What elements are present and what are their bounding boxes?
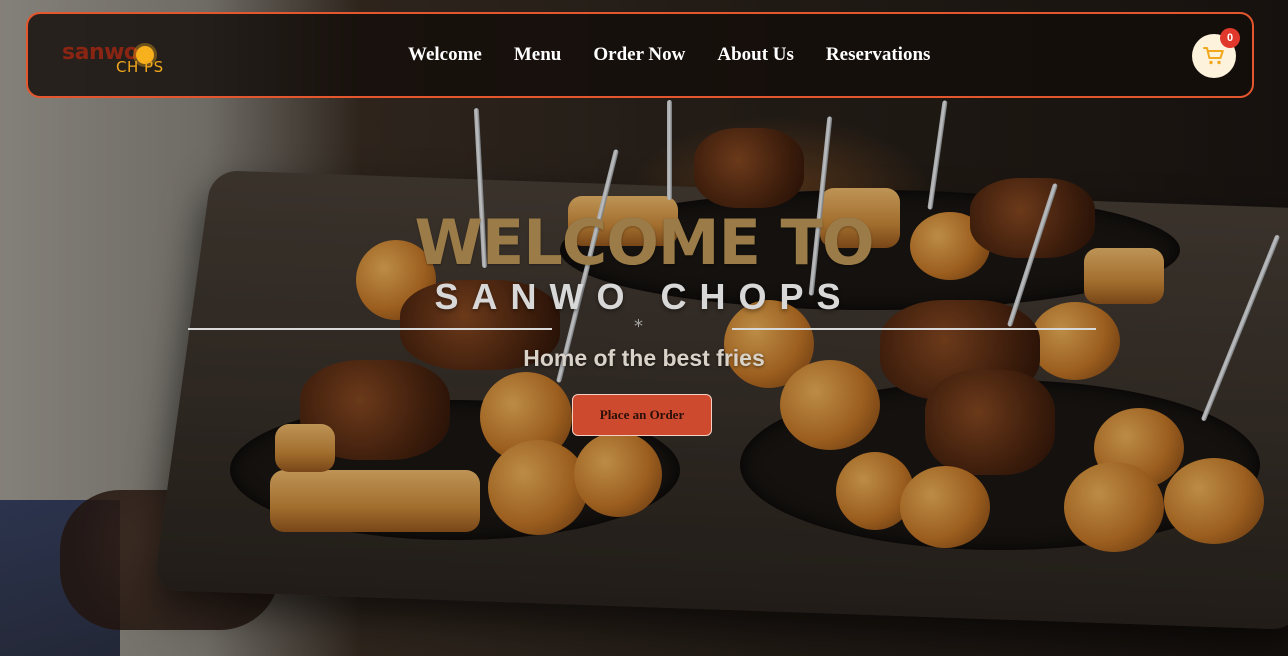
- nav-menu: Welcome Menu Order Now About Us Reservat…: [408, 44, 930, 66]
- navbar: sanwo CH PS Welcome Menu Order Now About…: [26, 12, 1254, 98]
- nav-link-order-now[interactable]: Order Now: [593, 44, 685, 66]
- cart-icon: [1203, 47, 1224, 65]
- nav-link-welcome[interactable]: Welcome: [408, 44, 482, 66]
- divider-right: [732, 328, 1096, 330]
- place-order-button[interactable]: Place an Order: [572, 394, 712, 436]
- hero-brand-name: SANWO CHOPS: [434, 276, 854, 317]
- divider-star: *: [634, 316, 643, 337]
- nav-link-reservations[interactable]: Reservations: [826, 44, 930, 66]
- cart-count-badge: 0: [1220, 28, 1240, 48]
- hero-tagline: Home of the best fries: [523, 345, 765, 371]
- nav-link-about-us[interactable]: About Us: [717, 44, 794, 66]
- divider-left: [188, 328, 552, 330]
- cart-button[interactable]: 0: [1192, 28, 1240, 78]
- brand-logo[interactable]: sanwo CH PS: [62, 40, 182, 80]
- logo-subtext: CH PS: [116, 58, 164, 76]
- hero-section: sanwo CH PS Welcome Menu Order Now About…: [0, 0, 1288, 656]
- hero-title: WELCOME TO: [414, 206, 874, 279]
- nav-link-menu[interactable]: Menu: [514, 44, 562, 66]
